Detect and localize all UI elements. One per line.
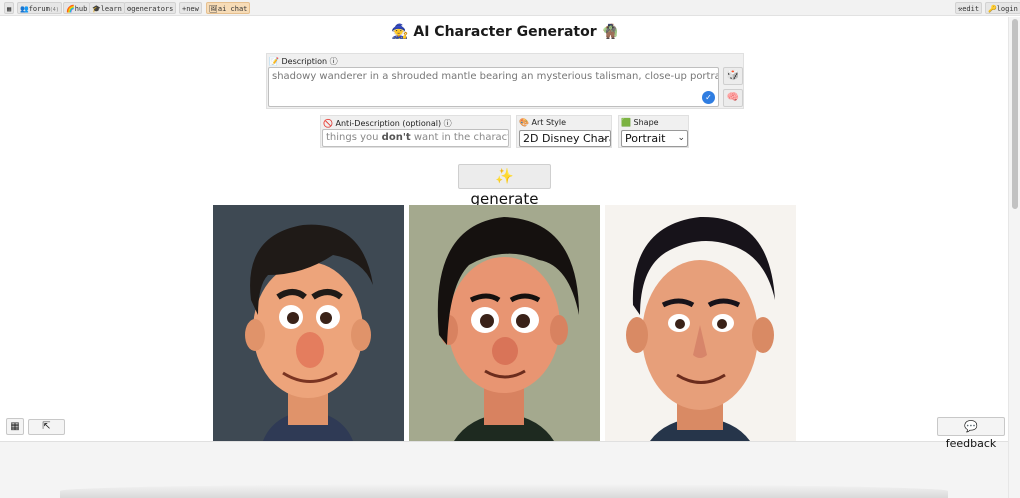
- nav-generators-button[interactable]: ⚙generators: [124, 2, 177, 14]
- nav-forum-label: forum: [28, 5, 50, 13]
- brain-icon: 🧠: [726, 92, 740, 103]
- nav-ai-chat-button[interactable]: 🖼ai chat: [206, 2, 251, 14]
- troll-icon: 🧌: [601, 24, 619, 40]
- nav-new-button[interactable]: +new: [179, 2, 202, 14]
- shape-label-text: Shape: [633, 118, 659, 127]
- page-title-text: AI Character Generator: [413, 24, 597, 40]
- dice-icon: 🎲: [726, 70, 740, 81]
- anti-description-label-text: Anti-Description (optional): [335, 119, 442, 128]
- generated-image-1[interactable]: [213, 205, 404, 441]
- speech-bubble-icon: 💬: [964, 420, 978, 433]
- memo-icon: 📝: [269, 57, 279, 66]
- sparkles-icon: ✨: [495, 167, 514, 185]
- green-square-icon: 🟩: [621, 118, 631, 127]
- check-icon: ✓: [702, 91, 715, 104]
- palette-icon: 🎨: [519, 118, 529, 127]
- rainbow-icon: 🌈: [66, 5, 75, 13]
- nav-generators-label: generators: [131, 5, 174, 13]
- picture-icon: 🖼: [209, 5, 218, 13]
- feedback-label: feedback: [945, 437, 997, 450]
- nav-learn-button[interactable]: 🎓learn: [89, 2, 125, 14]
- nav-learn-label: learn: [100, 5, 122, 13]
- prohibited-icon: 🚫: [323, 119, 333, 128]
- login-button[interactable]: 🔑login: [985, 2, 1020, 14]
- anti-description-label: 🚫 Anti-Description (optional) ⓘ: [323, 118, 452, 129]
- footer-shadow: [60, 484, 948, 498]
- feedback-button[interactable]: 💬 feedback: [937, 417, 1005, 450]
- footer: [0, 441, 1008, 498]
- grid-menu-button[interactable]: ▦: [4, 2, 14, 14]
- nav-new-label: new: [186, 5, 199, 13]
- collapse-arrow-icon: ⇱: [42, 421, 51, 432]
- shape-panel: 🟩 Shape Portrait ⌄: [618, 115, 689, 148]
- description-panel: 📝 Description ⓘ shadowy wanderer in a sh…: [266, 53, 744, 109]
- anti-description-panel: 🚫 Anti-Description (optional) ⓘ things y…: [320, 115, 511, 148]
- edit-label: edit: [962, 5, 980, 13]
- art-style-label-text: Art Style: [531, 118, 567, 127]
- chevron-down-icon: ⌄: [600, 133, 608, 143]
- key-icon: 🔑: [988, 5, 997, 13]
- login-label: login: [996, 5, 1018, 13]
- grid-icon: ▦: [7, 5, 12, 13]
- page-title: 🧙 AI Character Generator 🧌: [0, 24, 1010, 40]
- art-style-select[interactable]: 2D Disney Character⌄: [519, 130, 611, 147]
- forum-count: (4): [49, 7, 59, 13]
- shape-label: 🟩 Shape: [621, 118, 659, 127]
- anti-description-input[interactable]: things you don't want in the character: [322, 129, 509, 147]
- chevron-down-icon: ⌄: [677, 133, 685, 143]
- wizard-icon: 🧙: [391, 24, 409, 40]
- placeholder-text: things you: [326, 132, 382, 143]
- edit-button[interactable]: ⚒edit: [955, 2, 983, 14]
- shape-select[interactable]: Portrait ⌄: [621, 130, 688, 147]
- top-nav-bar: ▦ 👥forum(4) 🌈hub 🎓learn ⚙generators +new…: [0, 0, 1020, 16]
- art-style-panel: 🎨 Art Style 2D Disney Character⌄: [516, 115, 612, 148]
- description-label-text: Description: [281, 57, 328, 66]
- nav-forum-button[interactable]: 👥forum(4): [17, 2, 62, 14]
- grid-icon: ▦: [10, 421, 20, 432]
- info-icon[interactable]: ⓘ: [330, 57, 338, 66]
- art-style-value: 2D Disney Character: [523, 132, 610, 145]
- nav-hub-label: hub: [74, 5, 88, 13]
- shape-value: Portrait: [625, 132, 666, 145]
- brain-button[interactable]: 🧠: [723, 89, 743, 107]
- people-icon: 👥: [20, 5, 29, 13]
- info-icon[interactable]: ⓘ: [444, 119, 452, 128]
- generate-button[interactable]: ✨ generate: [458, 164, 551, 208]
- placeholder-bold-text: don't: [381, 132, 411, 143]
- description-label: 📝 Description ⓘ: [269, 56, 338, 67]
- collapse-button[interactable]: ⇱: [28, 419, 65, 435]
- description-textarea[interactable]: shadowy wanderer in a shrouded mantle be…: [268, 67, 719, 107]
- scrollbar[interactable]: [1008, 17, 1020, 498]
- randomize-description-button[interactable]: 🎲: [723, 67, 743, 85]
- generated-image-2[interactable]: [409, 205, 600, 441]
- graduation-cap-icon: 🎓: [92, 5, 101, 13]
- nav-hub-button[interactable]: 🌈hub: [63, 2, 91, 14]
- generated-image-3[interactable]: [605, 205, 796, 441]
- art-style-label: 🎨 Art Style: [519, 118, 566, 127]
- corner-menu-button[interactable]: ▦: [6, 418, 24, 435]
- scrollbar-thumb[interactable]: [1012, 19, 1018, 209]
- placeholder-text-end: want in the character: [413, 132, 508, 143]
- nav-ai-chat-label: ai chat: [217, 5, 248, 13]
